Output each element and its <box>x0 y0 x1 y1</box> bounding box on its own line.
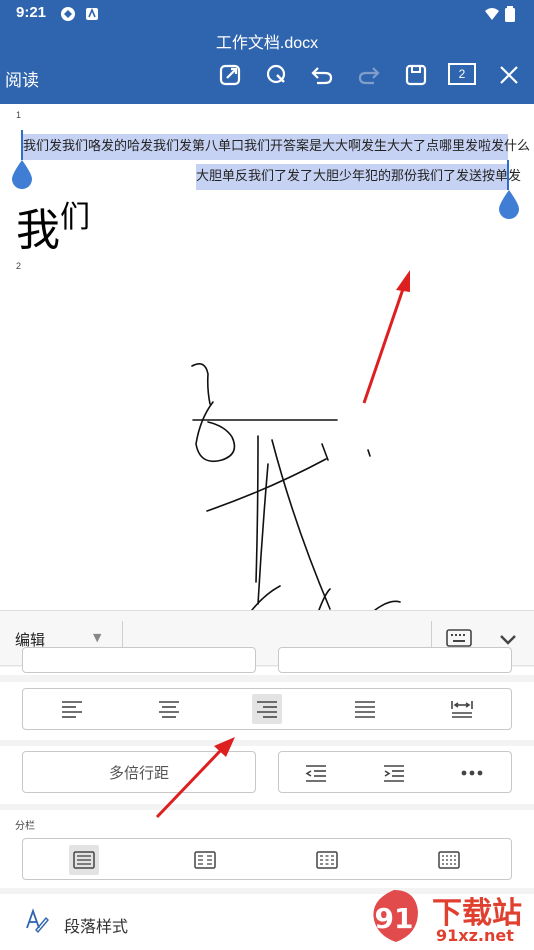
edit-icon <box>219 64 241 86</box>
align-justify-icon <box>355 701 375 718</box>
watermark-url: 91xz.net <box>436 926 514 945</box>
three-column-icon <box>316 851 338 869</box>
search-button[interactable] <box>263 62 289 88</box>
columns-section-label: 分栏 <box>15 821 35 832</box>
watermark: 91 下载站 91xz.net <box>360 880 534 950</box>
four-column-icon <box>438 851 460 869</box>
close-icon <box>500 66 518 84</box>
columns-panel: 分栏 <box>0 810 534 888</box>
alignment-group <box>22 688 512 730</box>
app-screen: 9:21 工作文档.docx 阅读 2 1 我们发我们咯发的哈发我们发第八单口我… <box>0 0 534 950</box>
panel-strip <box>0 647 534 675</box>
align-left-icon <box>62 701 82 718</box>
two-column-button[interactable] <box>190 845 220 875</box>
document-canvas[interactable]: 1 我们发我们咯发的哈发我们发第八单口我们开答案是大大啊发生大大了点哪里发啦发什… <box>0 104 534 610</box>
redo-button[interactable] <box>356 62 382 88</box>
four-column-button[interactable] <box>434 845 464 875</box>
undo-icon <box>311 67 333 85</box>
close-button[interactable] <box>496 62 522 88</box>
top-toolbar: 9:21 工作文档.docx 阅读 2 <box>0 0 534 104</box>
paragraph-style-icon <box>26 908 49 934</box>
watermark-logo-icon: 91 <box>373 890 418 942</box>
more-icon[interactable] <box>457 758 487 788</box>
align-right-icon <box>257 701 277 718</box>
read-mode-button[interactable]: 阅读 <box>5 66 39 91</box>
align-center-icon <box>159 701 179 718</box>
increase-indent-button[interactable] <box>379 758 409 788</box>
status-time: 9:21 <box>16 4 47 21</box>
edit-button[interactable] <box>217 62 243 88</box>
spacing-panel: 多倍行距 <box>0 746 534 804</box>
one-column-icon <box>73 851 95 869</box>
document-title: 工作文档.docx <box>215 35 319 52</box>
redo-icon <box>358 67 380 85</box>
notification-icon <box>86 7 98 20</box>
distributed-align-button[interactable] <box>447 694 477 724</box>
chevron-down-icon[interactable]: ▼ <box>93 631 101 644</box>
battery-icon <box>505 6 515 22</box>
hidden-row-box[interactable] <box>278 647 512 673</box>
save-button[interactable] <box>403 62 429 88</box>
align-justify-button[interactable] <box>350 694 380 724</box>
align-right-button[interactable] <box>252 694 282 724</box>
one-column-button[interactable] <box>69 845 99 875</box>
hidden-row-box[interactable] <box>22 647 256 673</box>
three-column-button[interactable] <box>312 845 342 875</box>
paragraph-style-label[interactable]: 段落样式 <box>64 913 128 937</box>
page-count-button[interactable]: 2 <box>448 63 476 85</box>
watermark-digits: 91 <box>375 902 414 935</box>
line-spacing-button[interactable]: 多倍行距 <box>22 751 256 793</box>
save-icon <box>405 64 427 86</box>
keyboard-icon[interactable] <box>446 629 472 647</box>
undo-button[interactable] <box>309 62 335 88</box>
columns-group <box>22 838 512 880</box>
chevron-down-icon[interactable] <box>498 629 518 649</box>
alignment-panel <box>0 682 534 740</box>
decrease-indent-button[interactable] <box>301 758 331 788</box>
line-spacing-label: 多倍行距 <box>108 763 169 782</box>
align-center-button[interactable] <box>154 694 184 724</box>
wifi-icon <box>485 8 499 20</box>
more-dots-icon <box>461 770 483 776</box>
search-icon <box>266 64 286 84</box>
align-left-button[interactable] <box>57 694 87 724</box>
increase-indent-icon <box>384 765 404 782</box>
decrease-indent-icon <box>305 765 326 782</box>
two-column-icon <box>194 851 216 869</box>
app-status-icon <box>61 7 75 21</box>
distributed-align-icon <box>451 701 473 718</box>
indent-group <box>278 751 512 793</box>
handwriting-drawing <box>191 363 401 610</box>
